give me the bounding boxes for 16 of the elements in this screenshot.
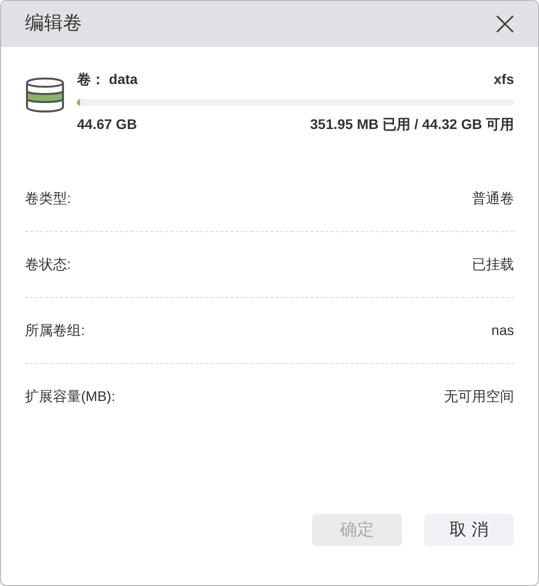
field-label: 所属卷组: (25, 321, 85, 340)
dialog-title: 编辑卷 (25, 12, 82, 36)
filesystem-type: xfs (494, 70, 514, 89)
database-icon (25, 75, 65, 115)
field-value: 已挂载 (472, 255, 514, 274)
close-button[interactable] (494, 13, 516, 35)
total-size: 44.67 GB (77, 115, 137, 134)
usage-text: 351.95 MB 已用 / 44.32 GB 可用 (310, 115, 514, 134)
field-label: 扩展容量(MB): (25, 387, 116, 406)
field-value: nas (491, 321, 514, 340)
field-label: 卷类型: (25, 188, 71, 208)
field-value: 无可用空间 (444, 387, 514, 406)
field-label: 卷状态: (25, 255, 71, 274)
field-value: 普通卷 (472, 188, 514, 208)
cancel-button[interactable]: 取 消 (424, 514, 514, 546)
volume-name: 卷： data (77, 70, 138, 89)
